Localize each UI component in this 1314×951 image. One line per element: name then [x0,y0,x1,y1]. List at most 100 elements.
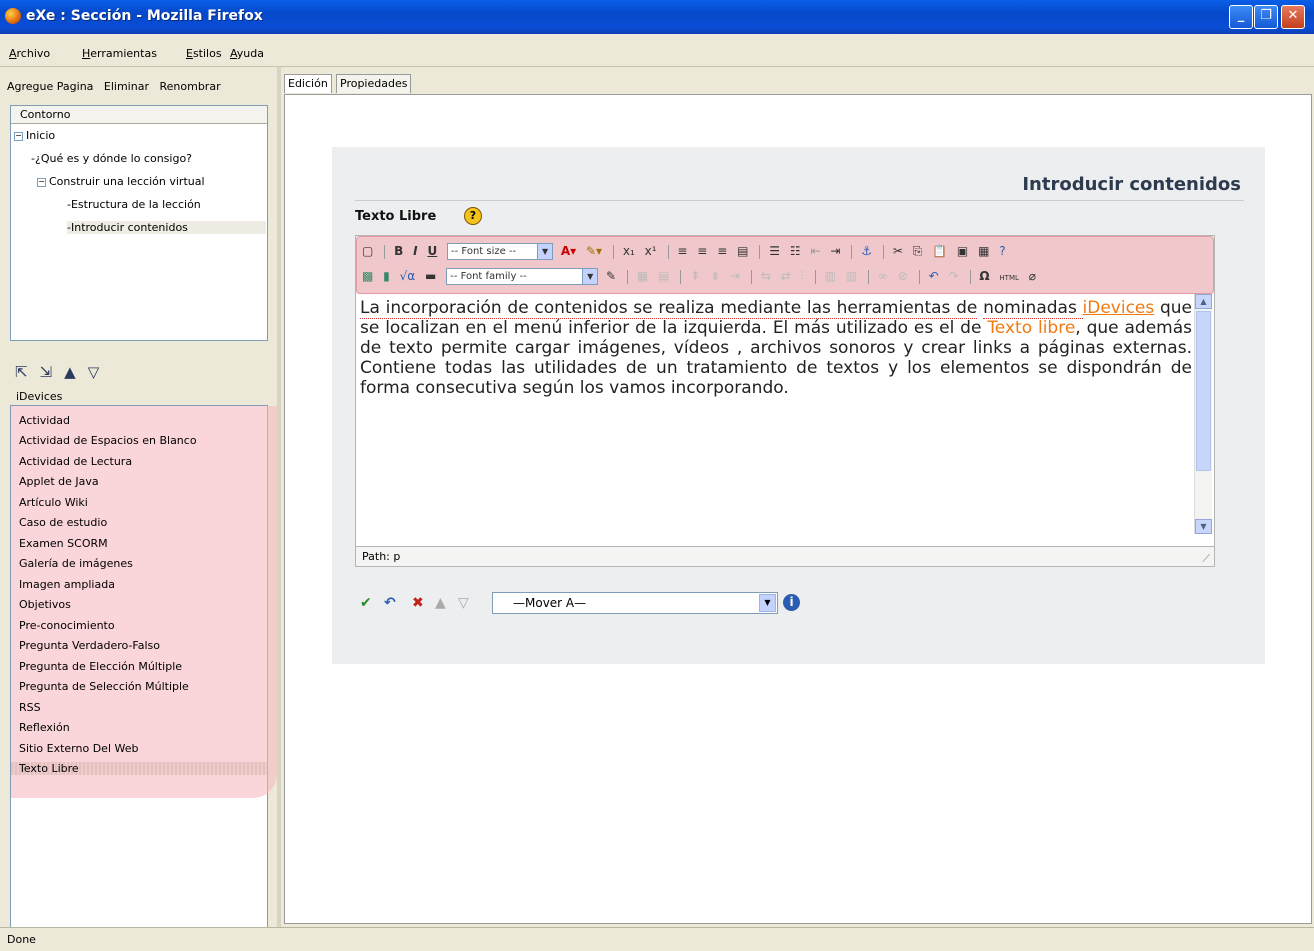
edit-css-icon[interactable]: ✎ [606,269,616,283]
tree-node-introducir[interactable]: -Introducir contenidos [67,221,266,234]
collapse-icon[interactable]: − [37,177,46,187]
menu-ayuda[interactable]: Ayuda [230,47,264,60]
idevice-reflexion[interactable]: Reflexión [19,721,70,734]
indent-icon[interactable]: ⇥ [830,244,840,258]
move-to-select[interactable]: —Mover A— ▼ [492,592,778,614]
idevice-articulo-wiki[interactable]: Artículo Wiki [19,496,88,509]
scroll-up-icon[interactable]: ▲ [1195,294,1212,309]
menu-estilos[interactable]: Estilos [186,47,222,60]
delete-idevice-icon[interactable]: ✖ [412,595,424,611]
resize-grip-icon[interactable]: ⟋ [1202,549,1210,568]
paste-word-icon[interactable]: ▦ [978,244,989,258]
math-icon[interactable]: √α [400,269,416,283]
insert-col-before-icon[interactable]: ⇆ [761,269,771,283]
numbered-list-icon[interactable]: ☷ [790,244,801,258]
maximize-button[interactable]: ❐ [1254,5,1278,29]
media-icon[interactable]: ▮ [383,269,390,283]
idevice-objetivos[interactable]: Objetivos [19,598,71,611]
new-document-icon[interactable]: ▢ [362,244,373,258]
collapse-icon[interactable]: − [14,131,23,141]
tab-edicion[interactable]: Edición [284,74,332,93]
font-family-select[interactable]: -- Font family -- ▼ [446,268,599,285]
move-up-icon[interactable]: ▲ [64,363,88,381]
done-check-icon[interactable]: ✔ [360,595,372,611]
merge-cells-icon[interactable]: ▥ [846,269,857,283]
html-source-icon[interactable]: HTML [999,274,1018,282]
justify-icon[interactable]: ▤ [737,244,748,258]
paste-text-icon[interactable]: ▣ [957,244,968,258]
tab-propiedades[interactable]: Propiedades [336,74,412,93]
editor-scrollbar[interactable]: ▲ ▼ [1194,294,1212,534]
subscript-icon[interactable]: x₁ [623,244,635,258]
row-props-icon[interactable]: ▤ [658,269,669,283]
move-idevice-up-icon[interactable]: ▲ [435,595,446,611]
horizontal-rule-icon[interactable]: ▬ [425,269,436,283]
idevice-galeria[interactable]: Galería de imágenes [19,557,133,570]
menu-herramientas[interactable]: Herramientas [82,47,157,60]
outdent-icon[interactable]: ⇤ [810,244,820,258]
insert-row-after-icon[interactable]: ⇟ [710,269,720,283]
move-idevice-down-icon[interactable]: ▽ [458,595,469,611]
cleanup-icon[interactable]: ⌀ [1029,269,1036,283]
tree-node-construir[interactable]: − Construir una lección virtual [37,175,205,188]
superscript-icon[interactable]: x¹ [645,244,657,258]
tree-node-inicio[interactable]: − Inicio [14,129,55,142]
editor-content[interactable]: La incorporación de contenidos se realiz… [360,298,1192,528]
idevice-seleccion-multiple[interactable]: Pregunta de Selección Múltiple [19,680,189,693]
align-center-icon[interactable]: ≡ [697,244,707,258]
idevice-caso-estudio[interactable]: Caso de estudio [19,516,107,529]
idevice-applet-java[interactable]: Applet de Java [19,475,99,488]
idevice-imagen-ampliada[interactable]: Imagen ampliada [19,578,115,591]
link-icon[interactable]: ∞ [878,269,888,283]
delete-button[interactable]: Eliminar [104,80,149,93]
idevice-pre-conocimiento[interactable]: Pre-conocimiento [19,619,115,632]
paste-icon[interactable]: 📋 [932,244,947,258]
idevices-link[interactable]: iDevices [1083,298,1155,318]
idevice-texto-libre[interactable]: Texto Libre [11,762,267,775]
undo-icon[interactable]: ↶ [929,269,939,283]
minimize-button[interactable]: _ [1229,5,1253,29]
cut-icon[interactable]: ✂ [893,244,903,258]
help-toolbar-icon[interactable]: ? [999,244,1005,258]
insert-row-before-icon[interactable]: ⇞ [690,269,700,283]
idevice-espacios-blanco[interactable]: Actividad de Espacios en Blanco [19,434,197,447]
align-left-icon[interactable]: ≡ [677,244,687,258]
tree-node-estructura[interactable]: -Estructura de la lección [67,198,201,211]
align-right-icon[interactable]: ≡ [717,244,727,258]
idevice-actividad[interactable]: Actividad [19,414,70,427]
tree-node-que-es[interactable]: -¿Qué es y dónde lo consigo? [31,152,192,165]
unlink-icon[interactable]: ⊘ [898,269,908,283]
scroll-thumb[interactable] [1196,311,1211,471]
bold-icon[interactable]: B [394,244,403,258]
delete-row-icon[interactable]: ⇥ [730,269,740,283]
idevice-examen-scorm[interactable]: Examen SCORM [19,537,108,550]
idevice-lectura[interactable]: Actividad de Lectura [19,455,132,468]
info-icon[interactable]: i [783,594,800,611]
copy-icon[interactable]: ⎘ [913,244,923,259]
italic-icon[interactable]: I [413,244,417,258]
idevice-verdadero-falso[interactable]: Pregunta Verdadero-Falso [19,639,160,652]
close-button[interactable]: ✕ [1281,5,1305,29]
split-cells-icon[interactable]: ▥ [825,269,836,283]
scroll-down-icon[interactable]: ▼ [1195,519,1212,534]
highlight-color-icon[interactable]: ✎▾ [586,244,602,258]
add-page-button[interactable]: Agregue Pagina [7,80,93,93]
underline-icon[interactable]: U [427,244,437,258]
redo-icon[interactable]: ↷ [948,269,958,283]
rename-button[interactable]: Renombrar [159,80,220,93]
bullet-list-icon[interactable]: ☰ [769,244,780,258]
demote-icon[interactable]: ⇲ [40,363,65,381]
idevice-eleccion-multiple[interactable]: Pregunta de Elección Múltiple [19,660,182,673]
table-icon[interactable]: ▦ [637,269,648,283]
text-color-icon[interactable]: A▾ [561,244,576,258]
undo-changes-icon[interactable]: ↶ [384,595,396,611]
insert-col-after-icon[interactable]: ⇄ [781,269,791,283]
move-down-icon[interactable]: ▽ [88,363,112,381]
image-icon[interactable]: ▩ [362,269,373,283]
pane-splitter[interactable] [277,67,281,927]
help-icon[interactable]: ? [464,207,482,225]
idevice-rss[interactable]: RSS [19,701,41,714]
delete-col-icon[interactable]: ⫶ [801,269,804,284]
font-size-select[interactable]: -- Font size -- ▼ [447,243,554,260]
menu-archivo[interactable]: Archivo [9,47,50,60]
